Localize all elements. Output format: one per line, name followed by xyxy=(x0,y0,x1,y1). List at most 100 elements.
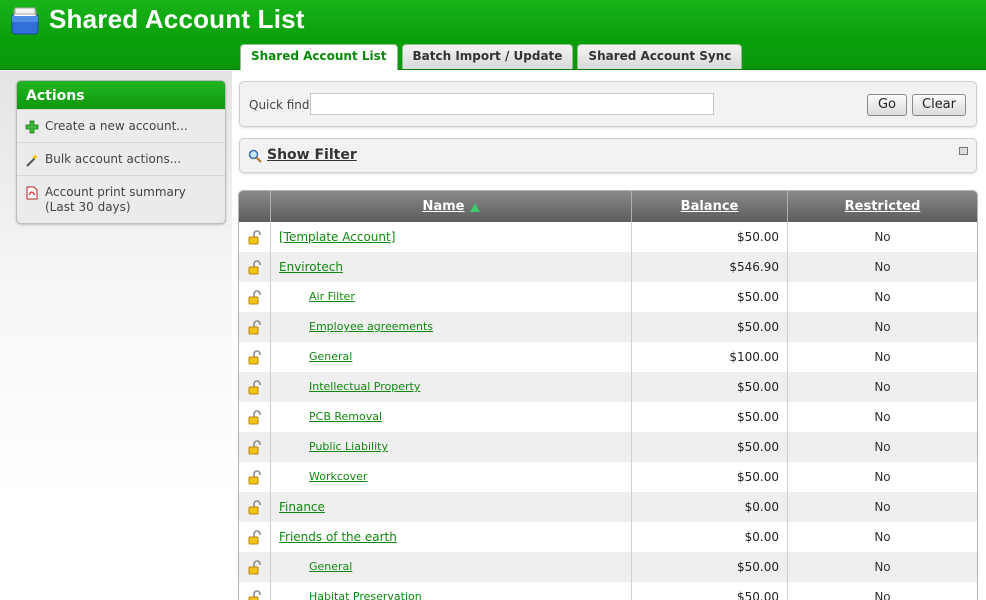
restricted-cell: No xyxy=(874,290,891,304)
tab-batch-import-update[interactable]: Batch Import / Update xyxy=(401,44,574,69)
quick-find-panel: Quick find: Go Clear xyxy=(239,81,977,127)
account-name-link[interactable]: Habitat Preservation xyxy=(309,590,422,600)
balance-cell: $546.90 xyxy=(632,252,788,282)
row-icon-cell[interactable] xyxy=(239,552,271,582)
account-name-cell: Workcover xyxy=(271,462,632,492)
tab-shared-account-list[interactable]: Shared Account List xyxy=(240,44,398,70)
table-row: Employee agreements $50.00 No xyxy=(239,312,977,342)
app-header: Shared Account List Shared Account List … xyxy=(0,0,986,70)
row-icon-cell[interactable] xyxy=(239,492,271,522)
balance-cell: $50.00 xyxy=(632,282,788,312)
balance-cell: $50.00 xyxy=(632,402,788,432)
account-name-link[interactable]: [Template Account] xyxy=(279,230,395,244)
sort-ascending-icon xyxy=(469,203,480,212)
unlocked-padlock-icon xyxy=(248,500,261,515)
balance-cell: $50.00 xyxy=(632,222,788,252)
quick-find-label: Quick find: xyxy=(249,98,314,112)
table-row: Workcover $50.00 No xyxy=(239,462,977,492)
accounts-book-icon xyxy=(11,7,39,35)
actions-title: Actions xyxy=(17,81,225,109)
row-icon-cell[interactable] xyxy=(239,282,271,312)
unlocked-padlock-icon xyxy=(248,320,261,335)
table-row: Air Filter $50.00 No xyxy=(239,282,977,312)
table-row: PCB Removal $50.00 No xyxy=(239,402,977,432)
account-name-cell: General xyxy=(271,552,632,582)
account-name-cell: Friends of the earth xyxy=(271,522,632,552)
account-name-link[interactable]: Employee agreements xyxy=(309,320,433,333)
unlocked-padlock-icon xyxy=(248,590,261,600)
unlocked-padlock-icon xyxy=(248,530,261,545)
balance-header-label[interactable]: Balance xyxy=(681,199,739,214)
restricted-column-header[interactable]: Restricted xyxy=(788,191,977,222)
restricted-header-label[interactable]: Restricted xyxy=(845,199,921,214)
filter-panel: Show Filter xyxy=(239,138,977,173)
unlocked-padlock-icon xyxy=(248,230,261,245)
table-row: Habitat Preservation $50.00 No xyxy=(239,582,977,600)
row-icon-cell[interactable] xyxy=(239,372,271,402)
row-icon-cell[interactable] xyxy=(239,342,271,372)
account-name-cell: Air Filter xyxy=(271,282,632,312)
account-name-link[interactable]: Air Filter xyxy=(309,290,355,303)
balance-cell: $50.00 xyxy=(632,582,788,600)
account-name-cell: [Template Account] xyxy=(271,222,632,252)
create-account-action[interactable]: Create a new account... xyxy=(17,109,225,142)
account-name-cell: Habitat Preservation xyxy=(271,582,632,600)
quick-find-input[interactable] xyxy=(310,93,714,115)
table-row: Friends of the earth $0.00 No xyxy=(239,522,977,552)
balance-cell: $50.00 xyxy=(632,312,788,342)
restricted-cell: No xyxy=(874,470,891,484)
account-name-link[interactable]: Finance xyxy=(279,500,325,514)
print-summary-action[interactable]: Account print summary (Last 30 days) xyxy=(17,175,225,223)
account-name-cell: PCB Removal xyxy=(271,402,632,432)
print-summary-label: Account print summary (Last 30 days) xyxy=(45,185,186,214)
tab-shared-account-sync[interactable]: Shared Account Sync xyxy=(577,44,743,69)
clear-button[interactable]: Clear xyxy=(912,94,966,116)
restricted-cell: No xyxy=(874,560,891,574)
account-name-link[interactable]: General xyxy=(309,350,352,363)
row-icon-cell[interactable] xyxy=(239,582,271,600)
row-icon-cell[interactable] xyxy=(239,432,271,462)
table-row: General $50.00 No xyxy=(239,552,977,582)
row-icon-cell[interactable] xyxy=(239,312,271,342)
unlocked-padlock-icon xyxy=(248,290,261,305)
row-icon-cell[interactable] xyxy=(239,462,271,492)
table-row: Public Liability $50.00 No xyxy=(239,432,977,462)
balance-cell: $0.00 xyxy=(632,492,788,522)
show-filter-link[interactable]: Show Filter xyxy=(267,147,357,163)
bulk-actions-label: Bulk account actions... xyxy=(45,152,182,166)
add-icon xyxy=(25,120,39,134)
unlocked-padlock-icon xyxy=(248,410,261,425)
name-column-header[interactable]: Name xyxy=(271,191,632,222)
row-icon-cell[interactable] xyxy=(239,402,271,432)
unlocked-padlock-icon xyxy=(248,260,261,275)
bulk-actions-action[interactable]: Bulk account actions... xyxy=(17,142,225,175)
unlocked-padlock-icon xyxy=(248,380,261,395)
account-name-link[interactable]: Workcover xyxy=(309,470,367,483)
account-name-link[interactable]: PCB Removal xyxy=(309,410,382,423)
table-row: Envirotech $546.90 No xyxy=(239,252,977,282)
icon-column-header xyxy=(239,191,271,222)
pdf-icon xyxy=(26,186,38,200)
table-row: General $100.00 No xyxy=(239,342,977,372)
collapse-icon[interactable] xyxy=(959,147,968,155)
balance-cell: $50.00 xyxy=(632,372,788,402)
restricted-cell: No xyxy=(874,410,891,424)
balance-cell: $50.00 xyxy=(632,462,788,492)
go-button[interactable]: Go xyxy=(867,94,907,116)
account-name-link[interactable]: Envirotech xyxy=(279,260,343,274)
account-name-link[interactable]: Public Liability xyxy=(309,440,388,453)
restricted-cell: No xyxy=(874,260,891,274)
name-header-label[interactable]: Name xyxy=(422,199,464,214)
table-row: Intellectual Property $50.00 No xyxy=(239,372,977,402)
table-row: Finance $0.00 No xyxy=(239,492,977,522)
row-icon-cell[interactable] xyxy=(239,252,271,282)
table-row: [Template Account] $50.00 No xyxy=(239,222,977,252)
row-icon-cell[interactable] xyxy=(239,222,271,252)
tab-bar: Shared Account List Batch Import / Updat… xyxy=(240,44,746,70)
row-icon-cell[interactable] xyxy=(239,522,271,552)
account-name-link[interactable]: General xyxy=(309,560,352,573)
account-name-link[interactable]: Friends of the earth xyxy=(279,530,397,544)
balance-column-header[interactable]: Balance xyxy=(632,191,788,222)
restricted-cell: No xyxy=(874,440,891,454)
account-name-link[interactable]: Intellectual Property xyxy=(309,380,420,393)
